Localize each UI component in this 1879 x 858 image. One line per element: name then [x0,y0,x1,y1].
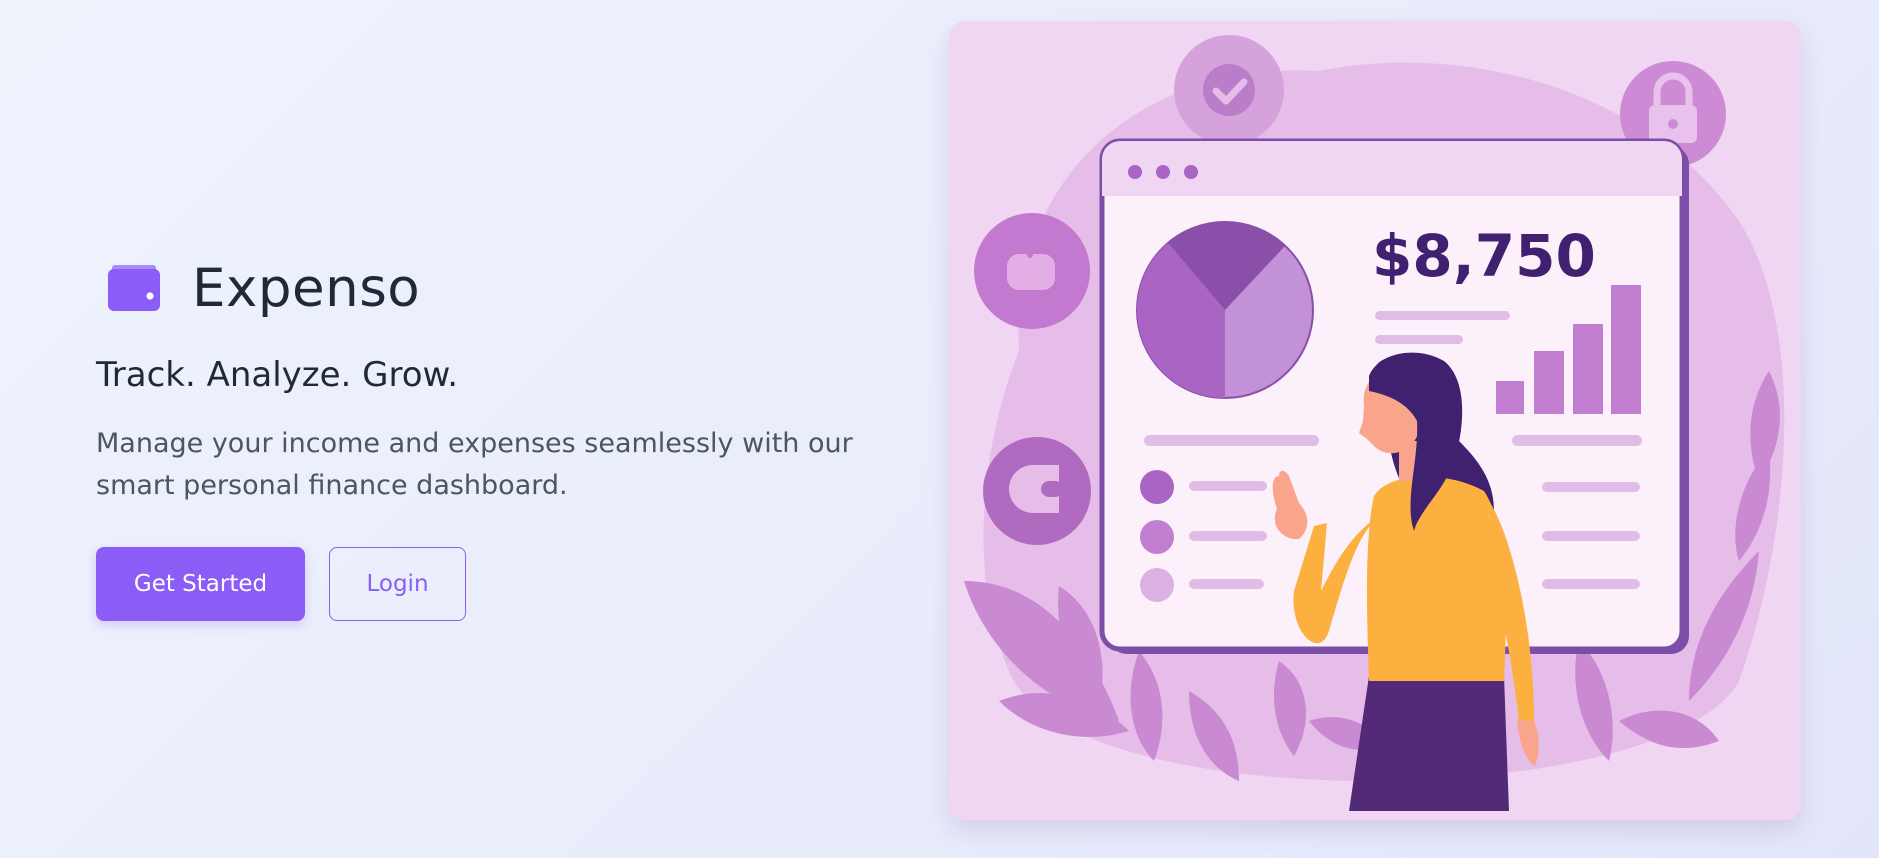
get-started-button[interactable]: Get Started [96,547,305,621]
hero-tagline: Track. Analyze. Grow. [96,355,459,395]
check-icon [1174,35,1284,145]
brand-name: Expenso [192,257,421,319]
amount-text: $8,750 [1372,222,1596,290]
pie-chart [1136,221,1314,399]
brand: Expenso [96,257,896,319]
hero-illustration: $8,750 [949,21,1801,820]
piggy-bank-icon [974,213,1090,329]
wallet-icon [108,265,160,311]
hero-actions: Get Started Login [96,547,896,621]
login-button[interactable]: Login [329,547,466,621]
hero-description: Manage your income and expenses seamless… [96,428,853,501]
hero-section: Expenso Track. Analyze. Grow. Manage you… [96,258,896,621]
wallet-icon [983,437,1091,545]
